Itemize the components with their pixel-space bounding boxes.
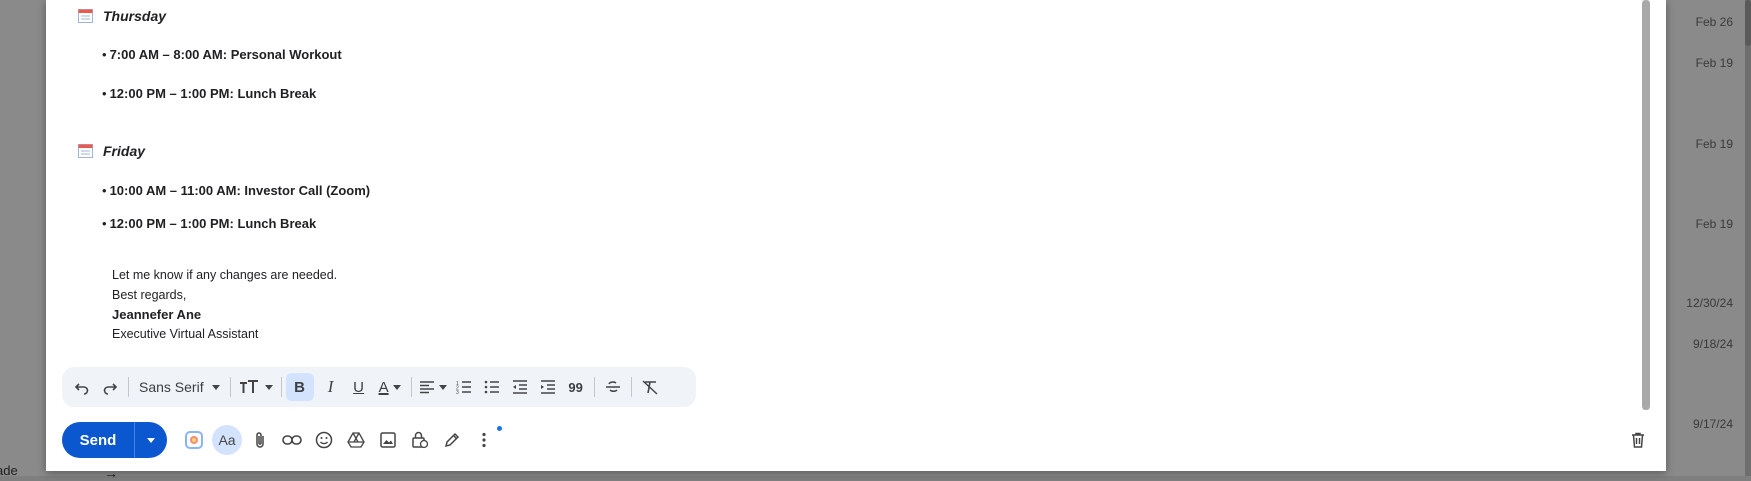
strikethrough-button[interactable] — [599, 373, 627, 401]
toolbar-divider — [229, 377, 231, 397]
layout-templates-button[interactable] — [180, 426, 208, 454]
bulleted-list-button[interactable] — [478, 373, 506, 401]
indent-less-icon — [512, 380, 527, 394]
insert-emoji-button[interactable] — [310, 426, 338, 454]
inbox-date: 9/17/24 — [1692, 417, 1733, 431]
clear-format-icon — [642, 380, 658, 395]
day-heading-thursday: Thursday — [78, 8, 166, 24]
strikethrough-icon — [605, 381, 620, 393]
toolbar-divider — [128, 377, 129, 397]
italic-button[interactable]: I — [317, 373, 345, 401]
numbered-list-icon: 123 — [456, 381, 471, 394]
redo-button[interactable] — [96, 373, 124, 401]
emoji-icon — [315, 431, 333, 449]
indent-more-button[interactable] — [534, 373, 562, 401]
chevron-down-icon — [264, 384, 273, 390]
attach-file-button[interactable] — [246, 426, 274, 454]
day-title: Thursday — [103, 8, 167, 24]
signature-name: Jeannefer Ane — [112, 307, 202, 322]
calendar-icon — [78, 9, 93, 23]
color-palette-icon — [185, 431, 203, 449]
sign-off: Best regards, — [112, 288, 187, 302]
inbox-date: Feb 19 — [1695, 217, 1733, 231]
chevron-down-icon — [392, 384, 401, 390]
insert-drive-button[interactable] — [342, 426, 370, 454]
font-family-value: Sans Serif — [139, 379, 204, 395]
day-heading-friday: Friday — [78, 143, 145, 159]
day-title: Friday — [103, 143, 146, 159]
chevron-down-icon — [211, 384, 220, 390]
pen-icon — [444, 432, 460, 448]
text-size-icon — [239, 380, 258, 393]
text-color-button[interactable]: A — [373, 373, 407, 401]
inbox-scrollbar[interactable] — [1745, 0, 1751, 476]
align-button[interactable] — [416, 373, 450, 401]
toolbar-divider — [280, 377, 282, 397]
indent-more-icon — [540, 380, 555, 394]
inbox-date: 12/30/24 — [1686, 296, 1733, 310]
more-vert-icon — [482, 432, 486, 448]
photo-icon — [380, 432, 396, 448]
confidential-mode-button[interactable] — [406, 426, 434, 454]
closing-line: Let me know if any changes are needed. — [112, 268, 338, 282]
link-icon — [282, 435, 302, 445]
inbox-date: Feb 19 — [1695, 56, 1733, 70]
font-size-button[interactable] — [235, 373, 277, 401]
event-item: • 7:00 AM – 8:00 AM: Personal Workout — [102, 47, 342, 62]
insert-link-button[interactable] — [278, 426, 306, 454]
text-color-label: A — [378, 378, 389, 396]
font-family-select[interactable]: Sans Serif — [133, 379, 226, 395]
send-button[interactable]: Send — [62, 422, 134, 458]
inbox-date: Feb 19 — [1695, 137, 1733, 151]
undo-button[interactable] — [68, 373, 96, 401]
insert-signature-button[interactable] — [438, 426, 466, 454]
formatting-toolbar: Sans Serif B I U A 123 99 — [62, 367, 696, 407]
more-options-button[interactable] — [470, 426, 498, 454]
signature-title: Executive Virtual Assistant — [112, 327, 259, 341]
bold-button[interactable]: B — [285, 373, 314, 401]
underline-button[interactable]: U — [345, 373, 373, 401]
discard-draft-button[interactable] — [1624, 426, 1652, 454]
trash-icon — [1632, 432, 1644, 448]
lock-clock-icon — [412, 431, 428, 449]
align-left-icon — [419, 381, 434, 394]
compose-actions: Aa — [180, 424, 498, 456]
event-item: • 12:00 PM – 1:00 PM: Lunch Break — [102, 86, 317, 101]
notification-dot — [497, 426, 502, 431]
formatting-options-button[interactable]: Aa — [212, 425, 242, 455]
chevron-down-icon — [438, 384, 447, 390]
send-group: Send — [62, 422, 167, 458]
event-item: • 12:00 PM – 1:00 PM: Lunch Break — [102, 216, 317, 231]
toolbar-divider — [410, 377, 412, 397]
chevron-down-icon — [147, 437, 155, 443]
calendar-icon — [78, 144, 93, 158]
inbox-date: 9/18/24 — [1692, 337, 1733, 351]
undo-icon — [74, 383, 89, 395]
compose-scrollbar-thumb[interactable] — [1642, 0, 1650, 410]
remove-formatting-button[interactable] — [636, 373, 664, 401]
redo-icon — [103, 383, 118, 395]
inbox-dates: Feb 26 Feb 19 Feb 19 Feb 19 12/30/24 9/1… — [1663, 0, 1733, 476]
quote-button[interactable]: 99 — [562, 373, 590, 401]
inbox-scrollbar-thumb[interactable] — [1745, 0, 1751, 46]
numbered-list-button[interactable]: 123 — [450, 373, 478, 401]
drive-icon — [347, 432, 365, 448]
toolbar-divider — [630, 377, 632, 397]
send-options-button[interactable] — [134, 422, 167, 458]
svg-text:3: 3 — [456, 390, 459, 394]
paperclip-icon — [256, 432, 264, 448]
compose-window: Thursday • 7:00 AM – 8:00 AM: Personal Wo… — [46, 0, 1666, 471]
indent-less-button[interactable] — [506, 373, 534, 401]
toolbar-divider — [593, 377, 595, 397]
event-item: • 10:00 AM – 11:00 AM: Investor Call (Zoo… — [102, 183, 371, 198]
bulleted-list-icon — [484, 380, 499, 394]
inbox-date: Feb 26 — [1695, 15, 1733, 29]
insert-photo-button[interactable] — [374, 426, 402, 454]
